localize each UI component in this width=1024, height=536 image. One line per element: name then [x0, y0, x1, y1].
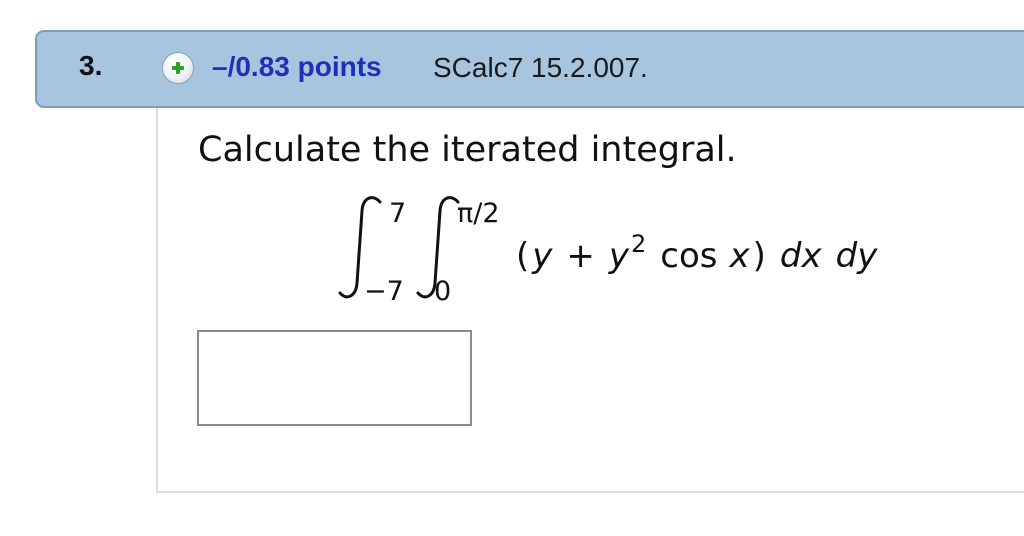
exponent-2: 2	[631, 230, 646, 258]
plus-sign: +	[566, 236, 595, 276]
inner-upper-limit: π/2	[457, 198, 500, 229]
answer-input[interactable]	[197, 330, 472, 426]
integrand: (y + y2 cos x) dx dy	[516, 230, 878, 276]
inner-lower-limit: 0	[434, 276, 451, 307]
outer-lower-limit: −7	[364, 276, 404, 307]
outer-upper-limit: 7	[389, 198, 406, 229]
dy-term: dy	[836, 236, 879, 276]
close-paren: )	[753, 236, 766, 276]
points-link[interactable]: –/0.83 points	[212, 51, 382, 83]
var-x: x	[729, 236, 751, 276]
question-source: SCalc7 15.2.007.	[433, 52, 648, 83]
question-page: 3. –/0.83 points SCalc7 15.2.007. Calcul…	[0, 0, 1024, 536]
question-prompt: Calculate the iterated integral.	[198, 130, 737, 170]
plus-circle-icon[interactable]	[162, 52, 194, 84]
cos-func: cos	[660, 236, 717, 276]
open-paren: (	[516, 236, 529, 276]
question-number: 3.	[79, 50, 103, 81]
var-y-2: y	[608, 236, 630, 276]
var-y-1: y	[531, 236, 553, 276]
question-header: 3. –/0.83 points SCalc7 15.2.007.	[35, 30, 1024, 108]
iterated-integral-expression: 7 −7 π/2 0 (y + y2 cos x) dx dy	[338, 196, 878, 307]
dx-term: dx	[780, 236, 823, 276]
